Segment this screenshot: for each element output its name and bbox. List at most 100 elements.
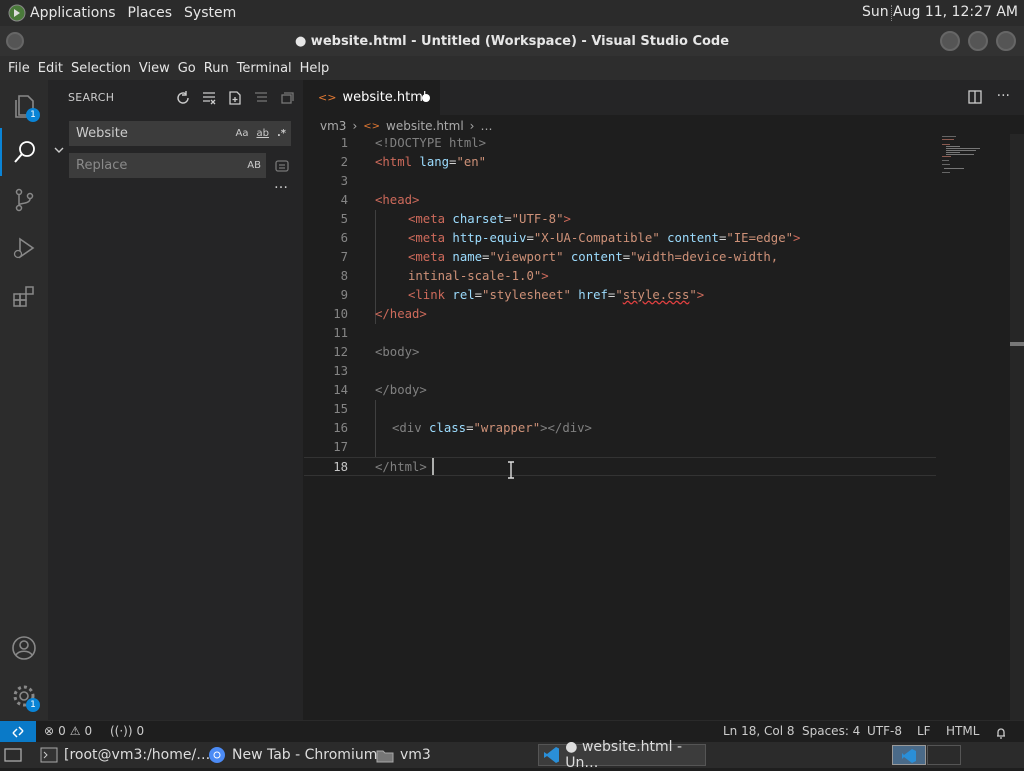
run-debug-icon: [13, 237, 35, 259]
preserve-case-toggle[interactable]: AB: [247, 154, 261, 177]
chromium-icon: [209, 747, 225, 763]
menu-file[interactable]: File: [8, 61, 30, 76]
menu-go[interactable]: Go: [178, 61, 196, 76]
split-editor-icon[interactable]: [967, 89, 983, 105]
ports-indicator[interactable]: ((·)) 0: [110, 724, 144, 738]
maximize-button[interactable]: [968, 31, 988, 51]
code-token: ": [689, 288, 697, 302]
line-ending[interactable]: LF: [917, 724, 931, 738]
show-desktop-icon[interactable]: [4, 747, 22, 763]
unsaved-dot-icon[interactable]: [422, 94, 430, 102]
toggle-replace-chevron-icon[interactable]: [53, 144, 65, 156]
text-cursor: [432, 458, 434, 475]
search-sidebar: SEARCH Website Aa ab .* Replace AB …: [48, 80, 303, 720]
window-menu-button[interactable]: [6, 32, 24, 50]
line-number: 8: [340, 269, 348, 283]
account-icon: [12, 636, 36, 660]
places-menu[interactable]: Places: [128, 5, 173, 21]
use-regex-toggle[interactable]: .*: [277, 122, 286, 145]
run-debug-activity[interactable]: [0, 224, 48, 272]
tab-website-html[interactable]: <> website.html: [304, 80, 440, 115]
window-titlebar[interactable]: ● website.html - Untitled (Workspace) - …: [0, 26, 1024, 56]
minimap[interactable]: [942, 134, 1002, 184]
cursor-position[interactable]: Ln 18, Col 8: [723, 724, 795, 738]
minimize-button[interactable]: [940, 31, 960, 51]
code-token: >: [563, 212, 571, 226]
menu-help[interactable]: Help: [300, 61, 330, 76]
task-terminal[interactable]: [root@vm3:/home/…: [36, 744, 210, 766]
view-as-tree-icon[interactable]: [253, 90, 269, 106]
replace-input[interactable]: Replace AB: [69, 153, 266, 178]
extensions-activity[interactable]: [0, 272, 48, 320]
folder-icon: [376, 750, 394, 763]
menu-terminal[interactable]: Terminal: [237, 61, 292, 76]
task-vscode[interactable]: ● website.html - Un…: [538, 739, 706, 771]
code-token: "wrapper": [473, 421, 541, 435]
explorer-badge: 1: [26, 108, 40, 122]
line-number: 16: [333, 421, 348, 435]
breadcrumb-folder[interactable]: vm3: [320, 119, 346, 133]
match-case-toggle[interactable]: Aa: [236, 122, 249, 145]
line-number: 7: [340, 250, 348, 264]
code-token: <link: [408, 288, 453, 302]
collapse-all-icon[interactable]: [279, 90, 295, 106]
menu-edit[interactable]: Edit: [38, 61, 63, 76]
warning-count: 0: [84, 724, 93, 738]
chevron-right-icon: ›: [352, 119, 358, 133]
toggle-search-details[interactable]: …: [274, 176, 288, 192]
refresh-icon[interactable]: [175, 90, 191, 106]
replace-all-icon[interactable]: [274, 158, 290, 174]
vertical-scrollbar[interactable]: [1010, 134, 1024, 720]
breadcrumb-file[interactable]: website.html: [386, 119, 464, 133]
encoding[interactable]: UTF-8: [867, 724, 902, 738]
line-number: 18: [333, 460, 348, 474]
more-actions-icon[interactable]: ···: [997, 89, 1010, 105]
system-label: System: [184, 5, 237, 21]
code-token: =: [504, 212, 512, 226]
places-label: Places: [127, 5, 173, 21]
chevron-right-icon: ›: [469, 119, 475, 133]
scrollbar-cursor-marker: [1010, 342, 1024, 346]
code-token: ": [615, 288, 623, 302]
menu-view[interactable]: View: [139, 61, 170, 76]
task-label: New Tab - Chromium: [232, 747, 378, 763]
search-activity[interactable]: [0, 128, 48, 176]
menu-run[interactable]: Run: [204, 61, 229, 76]
menu-selection[interactable]: Selection: [71, 61, 131, 76]
notifications-bell-icon[interactable]: [994, 725, 1008, 739]
code-token: charset: [452, 212, 505, 226]
accounts-activity[interactable]: [0, 624, 48, 672]
problems-indicator[interactable]: ⊗ 0 ⚠ 0: [44, 724, 92, 738]
task-files[interactable]: vm3: [372, 744, 431, 766]
breadcrumb-symbols[interactable]: …: [480, 119, 492, 133]
code-token: http-equiv: [452, 231, 527, 245]
code-editor[interactable]: 1 <!DOCTYPE html> 2 <html lang = "en" 3 4 <he…: [304, 134, 944, 476]
code-token: </body>: [375, 383, 427, 397]
clear-results-icon[interactable]: [201, 90, 217, 106]
manage-activity[interactable]: 1: [0, 672, 48, 720]
system-menu[interactable]: System: [184, 5, 236, 21]
remote-indicator[interactable]: [0, 721, 36, 743]
ports-count: 0: [136, 724, 145, 738]
clock[interactable]: Sun Aug 11, 12:27 AM: [862, 4, 1018, 20]
code-token: ></div>: [540, 421, 592, 435]
language-mode[interactable]: HTML: [946, 724, 979, 738]
task-chromium[interactable]: New Tab - Chromium: [204, 744, 377, 766]
close-button[interactable]: [996, 31, 1016, 51]
explorer-activity[interactable]: 1: [0, 82, 48, 130]
search-input[interactable]: Website Aa ab .*: [69, 121, 291, 146]
source-control-activity[interactable]: [0, 176, 48, 224]
match-whole-word-toggle[interactable]: ab: [256, 122, 268, 145]
settings-badge: 1: [26, 698, 40, 712]
menu-bar: File Edit Selection View Go Run Terminal…: [0, 56, 1024, 80]
workspace-switcher[interactable]: [892, 745, 926, 765]
workspace-2[interactable]: [927, 745, 961, 765]
new-search-editor-icon[interactable]: [227, 90, 243, 106]
code-token: "viewport": [489, 250, 564, 264]
search-icon: [14, 141, 35, 163]
indentation[interactable]: Spaces: 4: [802, 724, 860, 738]
applications-menu[interactable]: Applications: [8, 4, 116, 22]
vscode-icon: [544, 747, 560, 763]
task-label: ● website.html - Un…: [565, 739, 683, 771]
code-token: "IE=edge": [726, 231, 794, 245]
